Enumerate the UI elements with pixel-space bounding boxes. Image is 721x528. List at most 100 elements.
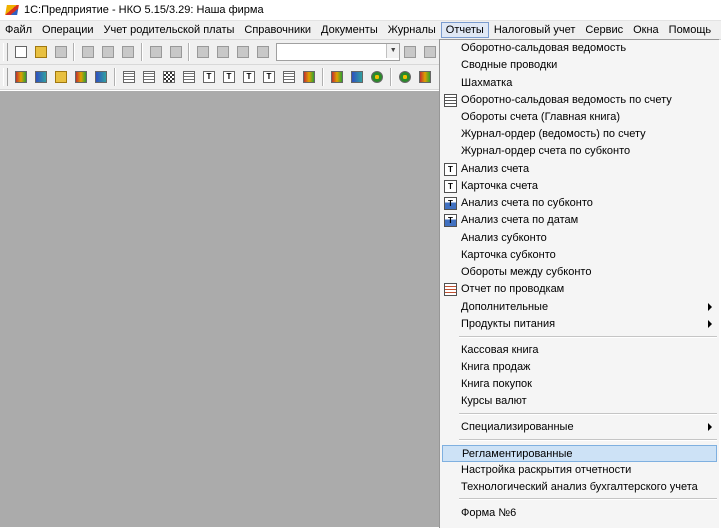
menu-operations[interactable]: Операции bbox=[37, 22, 98, 38]
exchange-icon bbox=[351, 71, 363, 83]
chess-button[interactable] bbox=[161, 69, 177, 85]
reports-menu-item[interactable]: Настройка раскрытия отчетности bbox=[440, 462, 719, 479]
journal-button[interactable] bbox=[73, 69, 89, 85]
new-document-button[interactable] bbox=[13, 44, 29, 60]
print-button[interactable] bbox=[148, 44, 164, 60]
catalog-icon bbox=[35, 71, 47, 83]
refresh-button[interactable] bbox=[397, 69, 413, 85]
copy-button[interactable] bbox=[100, 44, 116, 60]
reports-menu-item[interactable]: Оборотно-сальдовая ведомость bbox=[440, 40, 719, 57]
grid-report-icon bbox=[183, 71, 195, 83]
balance-sheet-button[interactable] bbox=[121, 69, 137, 85]
chart-button[interactable] bbox=[13, 69, 29, 85]
toolbar-grip[interactable] bbox=[3, 68, 8, 86]
find-next-button[interactable] bbox=[402, 44, 418, 60]
reports-menu-item-label: Кассовая книга bbox=[461, 344, 539, 356]
toolbar-grip[interactable] bbox=[3, 43, 8, 61]
globe-button[interactable] bbox=[369, 69, 385, 85]
find-button[interactable] bbox=[255, 44, 271, 60]
reports-menu-item[interactable]: Анализ субконто bbox=[440, 230, 719, 247]
reports-menu-item[interactable]: Форма №6 bbox=[440, 505, 719, 522]
reports-toolbar: T T T T bbox=[0, 65, 440, 90]
menu-windows[interactable]: Окна bbox=[628, 22, 664, 38]
reports-menu-item[interactable]: Продукты питания bbox=[440, 316, 719, 333]
properties-button[interactable] bbox=[195, 44, 211, 60]
app-logo-icon bbox=[5, 3, 19, 17]
properties-icon bbox=[197, 46, 210, 58]
reports-menu-item[interactable]: Карточка субконто bbox=[440, 247, 719, 264]
reports-menu-item-label: Форма №6 bbox=[461, 507, 517, 519]
reports-menu-item[interactable]: Журнал-ордер счета по субконто bbox=[440, 143, 719, 160]
menu-parent-fee[interactable]: Учет родительской платы bbox=[99, 22, 240, 38]
menu-references[interactable]: Справочники bbox=[239, 22, 316, 38]
search-input[interactable]: ▼ bbox=[275, 43, 401, 61]
replace-button[interactable] bbox=[422, 44, 438, 60]
reports-menu-item[interactable]: Регламентированные bbox=[442, 445, 717, 462]
menu-tax[interactable]: Налоговый учет bbox=[489, 22, 581, 38]
reports-menu-item-label: Анализ субконто bbox=[461, 232, 547, 244]
menu-reports[interactable]: Отчеты bbox=[440, 22, 489, 38]
reports-menu-item[interactable]: T Анализ счета bbox=[440, 161, 719, 178]
menu-help[interactable]: Помощь bbox=[664, 22, 717, 38]
reports-menu-item[interactable]: Оборотно-сальдовая ведомость по счету bbox=[440, 92, 719, 109]
operations-button[interactable] bbox=[93, 69, 109, 85]
reports-menu-item[interactable]: T Анализ счета по субконто bbox=[440, 195, 719, 212]
open-button[interactable] bbox=[33, 44, 49, 60]
exchange-button[interactable] bbox=[349, 69, 365, 85]
reports-menu-item[interactable]: Кассовая книга bbox=[440, 342, 719, 359]
reports-menu-item-label: Специализированные bbox=[461, 421, 574, 433]
reports-menu-item-label: Журнал-ордер счета по субконто bbox=[461, 145, 631, 157]
books-button[interactable] bbox=[53, 69, 69, 85]
reports-menu-item[interactable]: Дополнительные bbox=[440, 299, 719, 316]
reports-menu-item-label: Оборотно-сальдовая ведомость bbox=[461, 42, 627, 54]
toolbar-separator bbox=[188, 43, 191, 61]
paste-button[interactable] bbox=[120, 44, 136, 60]
account-analysis-button[interactable]: T bbox=[201, 69, 217, 85]
menu-documents[interactable]: Документы bbox=[316, 22, 383, 38]
reports-menu-item[interactable]: Сводные проводки bbox=[440, 57, 719, 74]
account-card-icon: T bbox=[444, 180, 457, 193]
account-balance-button[interactable] bbox=[181, 69, 197, 85]
redo-button[interactable] bbox=[235, 44, 251, 60]
reports-menu-item[interactable]: Технологический анализ бухгалтерского уч… bbox=[440, 479, 719, 496]
account-analysis-icon: T bbox=[444, 163, 457, 176]
chevron-down-icon[interactable]: ▼ bbox=[386, 44, 400, 58]
reports-menu-item[interactable]: T Анализ счета по датам bbox=[440, 212, 719, 229]
cut-button[interactable] bbox=[80, 44, 96, 60]
date-analysis-icon: T bbox=[444, 214, 457, 227]
reports-menu-item[interactable]: T Карточка счета bbox=[440, 178, 719, 195]
catalog-button[interactable] bbox=[33, 69, 49, 85]
reports-menu-item[interactable]: Специализированные bbox=[440, 419, 719, 436]
account-card-button[interactable]: T bbox=[221, 69, 237, 85]
reports-menu-item[interactable]: Курсы валют bbox=[440, 393, 719, 410]
redo-icon bbox=[236, 46, 249, 58]
save-button[interactable] bbox=[53, 44, 69, 60]
menu-service[interactable]: Сервис bbox=[580, 22, 628, 38]
reports-menu-item-label: Настройка раскрытия отчетности bbox=[461, 464, 632, 476]
submenu-arrow-icon bbox=[708, 303, 712, 311]
submenu-arrow-icon bbox=[708, 423, 712, 431]
date-analysis-button[interactable]: T bbox=[261, 69, 277, 85]
reports-menu-item-label: Дополнительные bbox=[461, 301, 549, 313]
reports-menu-item-label: Оборотно-сальдовая ведомость по счету bbox=[461, 94, 672, 106]
entries-report-button[interactable] bbox=[281, 69, 297, 85]
scissors-icon bbox=[82, 46, 95, 58]
color-button[interactable] bbox=[417, 69, 433, 85]
reports-menu-item[interactable]: Отчет по проводкам bbox=[440, 281, 719, 298]
ledger-button[interactable] bbox=[301, 69, 317, 85]
tools-button[interactable] bbox=[329, 69, 345, 85]
reports-menu-item[interactable]: Книга покупок bbox=[440, 376, 719, 393]
menu-journals[interactable]: Журналы bbox=[383, 22, 441, 38]
menu-file[interactable]: Файл bbox=[0, 22, 37, 38]
summary-entries-button[interactable] bbox=[141, 69, 157, 85]
undo-button[interactable] bbox=[215, 44, 231, 60]
print-preview-button[interactable] bbox=[168, 44, 184, 60]
subconto-analysis-button[interactable]: T bbox=[241, 69, 257, 85]
reports-menu-item[interactable]: Шахматка bbox=[440, 75, 719, 92]
grid-report-icon bbox=[123, 71, 135, 83]
subconto-analysis-icon: T bbox=[243, 71, 255, 83]
reports-menu-item[interactable]: Журнал-ордер (ведомость) по счету bbox=[440, 126, 719, 143]
reports-menu-item[interactable]: Книга продаж bbox=[440, 359, 719, 376]
reports-menu-item[interactable]: Обороты счета (Главная книга) bbox=[440, 109, 719, 126]
reports-menu-item[interactable]: Обороты между субконто bbox=[440, 264, 719, 281]
